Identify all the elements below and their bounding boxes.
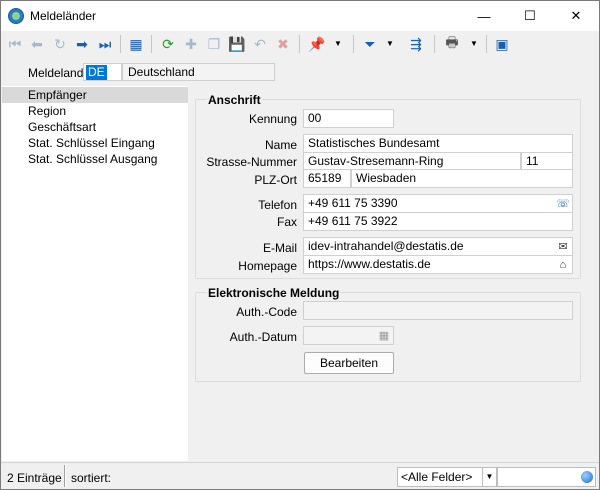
nav-item-schluessel-ausgang[interactable]: Stat. Schlüssel Ausgang [2,151,188,167]
plz-ort-label: PLZ-Ort [254,173,297,187]
homepage-value: https://www.destatis.de [308,257,431,271]
plz-field[interactable]: 65189 [303,169,351,188]
pin-icon[interactable]: 📌 [307,34,327,54]
telefon-field[interactable]: +49 611 75 3390 ☏ [303,194,573,213]
nav-item-empfaenger[interactable]: Empfänger [2,87,188,103]
title-bar: Meldeländer — ☐ ✕ [1,1,599,31]
bearbeiten-button[interactable]: Bearbeiten [304,352,394,374]
meldeland-code-field[interactable]: DE [83,63,122,81]
previous-record-icon[interactable]: ⬅ [27,34,47,54]
auth-datum-field[interactable]: ▦ [303,326,394,345]
email-field[interactable]: idev-intrahandel@destatis.de ✉ [303,237,573,256]
fax-label: Fax [276,215,297,229]
app-globe-icon [8,8,24,24]
telefon-label: Telefon [258,198,297,212]
toolbar-separator [120,35,121,53]
window-title: Meldeländer [30,9,97,23]
filter-dropdown-arrow[interactable]: ▼ [386,38,394,50]
fax-field[interactable]: +49 611 75 3922 [303,212,573,231]
close-button[interactable]: ✕ [553,1,599,31]
auth-datum-label: Auth.-Datum [229,330,297,344]
open-homepage-icon[interactable]: ⌂ [556,258,570,272]
kennung-label: Kennung [248,112,297,126]
table-view-icon[interactable]: ▦ [126,34,146,54]
status-separator [64,465,66,487]
name-field[interactable]: Statistisches Bundesamt [303,134,573,153]
nav-item-region[interactable]: Region [2,103,188,119]
meldeland-label: Meldeland [28,66,84,80]
print-dropdown-arrow[interactable]: ▼ [470,38,478,50]
toolbar-separator [353,35,354,53]
nav-item-geschaeftsart[interactable]: Geschäftsart [2,119,188,135]
pin-dropdown-arrow[interactable]: ▼ [334,38,342,50]
maximize-button[interactable]: ☐ [507,1,553,31]
phone-dial-icon[interactable]: ☏ [556,197,570,211]
telefon-value: +49 611 75 3390 [308,196,398,210]
reload-disabled-icon[interactable]: ↻ [50,34,70,54]
chevron-down-icon[interactable]: ▼ [482,468,496,486]
save-icon[interactable]: 💾 [227,34,247,54]
toolbar-separator [151,35,152,53]
nav-item-schluessel-eingang[interactable]: Stat. Schlüssel Eingang [2,135,188,151]
undo-icon[interactable]: ↶ [250,34,270,54]
field-select-value: <Alle Felder> [401,470,473,484]
send-email-icon[interactable]: ✉ [556,240,570,254]
toolbar-separator [299,35,300,53]
homepage-label: Homepage [238,259,297,273]
homepage-field[interactable]: https://www.destatis.de ⌂ [303,255,573,274]
export-icon[interactable]: ▣ [492,34,512,54]
category-list: Empfänger Region Geschäftsart Stat. Schl… [2,86,188,461]
search-input[interactable] [497,467,596,487]
delete-icon[interactable]: ✖ [273,34,293,54]
calendar-icon[interactable]: ▦ [377,329,391,343]
last-record-icon[interactable]: ⏭ [95,34,115,54]
status-bar: 2 Einträge sortiert: <Alle Felder> ▼ [1,462,599,489]
field-select[interactable]: <Alle Felder> ▼ [397,467,497,487]
email-value: idev-intrahandel@destatis.de [308,239,464,253]
email-label: E-Mail [262,241,297,255]
elektronische-meldung-title: Elektronische Meldung [207,286,341,300]
strasse-label: Strasse-Nummer [206,155,297,169]
toolbar: ⏮ ⬅ ↻ ➡ ⏭ ▦ ⟳ ✚ ❐ 💾 ↶ ✖ 📌 ▼ ⏷ ▼ ⇶ 🖶 ▼ ▣ [1,31,599,58]
minimize-button[interactable]: — [461,1,507,31]
toolbar-separator [486,35,487,53]
refresh-icon[interactable]: ⟳ [158,34,178,54]
print-icon[interactable]: 🖶 [442,34,462,54]
sort-label: sortiert: [71,471,112,485]
toolbar-separator [434,35,435,53]
goto-icon[interactable]: ⇶ [406,34,426,54]
window: Meldeländer — ☐ ✕ ⏮ ⬅ ↻ ➡ ⏭ ▦ ⟳ ✚ ❐ 💾 ↶ … [0,0,600,490]
next-record-icon[interactable]: ➡ [72,34,92,54]
copy-record-icon[interactable]: ❐ [204,34,224,54]
anschrift-title: Anschrift [207,93,262,107]
record-count: 2 Einträge [7,471,62,485]
meldeland-name-field: Deutschland [122,63,275,81]
kennung-field[interactable]: 00 [303,109,394,128]
auth-code-label: Auth.-Code [236,305,297,319]
ort-field[interactable]: Wiesbaden [351,169,573,188]
first-record-icon[interactable]: ⏮ [5,34,25,54]
filter-icon[interactable]: ⏷ [360,34,380,54]
new-record-icon[interactable]: ✚ [181,34,201,54]
globe-search-icon[interactable] [581,471,593,483]
auth-code-field[interactable] [303,301,573,320]
name-label: Name [264,138,297,152]
meldeland-code-value: DE [86,65,107,80]
